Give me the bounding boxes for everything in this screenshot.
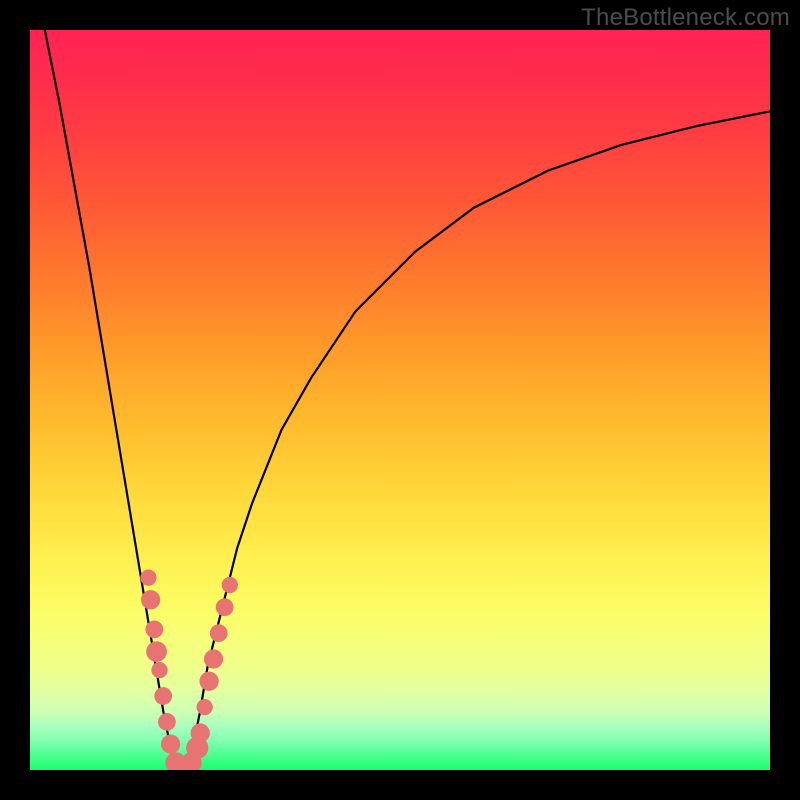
data-markers xyxy=(140,569,238,770)
data-marker xyxy=(146,641,167,662)
data-marker xyxy=(216,598,234,616)
chart-frame: TheBottleneck.com xyxy=(0,0,800,800)
data-marker xyxy=(199,672,218,691)
data-marker xyxy=(191,723,210,742)
chart-svg xyxy=(30,30,770,770)
data-marker xyxy=(151,662,167,678)
data-marker xyxy=(204,649,223,668)
data-marker xyxy=(158,713,176,731)
data-marker xyxy=(141,590,160,609)
data-marker xyxy=(154,687,172,705)
watermark-text: TheBottleneck.com xyxy=(581,4,790,32)
data-marker xyxy=(222,577,238,593)
data-marker xyxy=(161,734,180,753)
data-marker xyxy=(145,621,163,639)
data-marker xyxy=(210,624,228,642)
data-marker xyxy=(197,699,213,715)
data-marker xyxy=(140,569,156,585)
chart-plot-area xyxy=(30,30,770,770)
